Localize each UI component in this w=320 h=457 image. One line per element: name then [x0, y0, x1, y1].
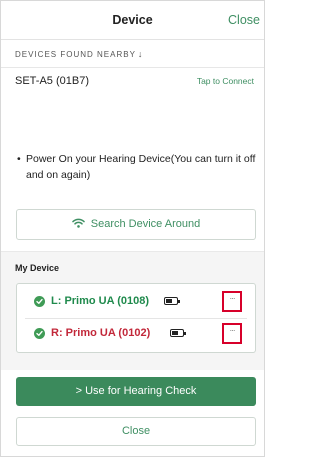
- search-device-button[interactable]: Search Device Around: [16, 209, 256, 240]
- more-icon: ···: [229, 326, 236, 335]
- device-screen: Device Close DEVICES FOUND NEARBY ↓ SET-A…: [0, 0, 265, 457]
- more-icon: ···: [229, 294, 236, 303]
- nearby-device-row[interactable]: SET-A5 (01B7) Tap to Connect: [15, 75, 254, 91]
- instruction-text: • Power On your Hearing Device(You can t…: [17, 151, 257, 183]
- device-row-right[interactable]: R: Primo UA (0102) ···: [17, 323, 255, 345]
- header-close-button[interactable]: Close: [228, 13, 260, 27]
- divider: [1, 67, 264, 68]
- nearby-device-name: SET-A5 (01B7): [15, 75, 89, 87]
- check-icon: [34, 328, 45, 339]
- my-device-card: L: Primo UA (0108) ··· R: Primo UA (0102…: [16, 283, 256, 353]
- battery-icon: [170, 329, 186, 337]
- arrow-down-icon: ↓: [137, 49, 144, 59]
- my-device-title: My Device: [15, 263, 60, 273]
- check-icon: [34, 296, 45, 307]
- devices-nearby-label: DEVICES FOUND NEARBY: [15, 50, 136, 59]
- close-button-label: Close: [121, 425, 151, 437]
- bullet: •: [17, 153, 21, 165]
- device-name-right: R: Primo UA (0102): [51, 327, 151, 339]
- more-options-button-left[interactable]: ···: [222, 291, 242, 312]
- battery-icon: [164, 297, 180, 305]
- search-device-label: Search Device Around: [90, 218, 201, 230]
- wifi-icon: [72, 218, 85, 228]
- more-options-button-right[interactable]: ···: [222, 323, 242, 344]
- instruction-body: Power On your Hearing Device(You can tur…: [26, 153, 256, 181]
- header: Device Close: [1, 1, 264, 40]
- close-button[interactable]: Close: [16, 417, 256, 446]
- use-for-hearing-check-button[interactable]: > Use for Hearing Check: [16, 377, 256, 406]
- page-title: Device: [112, 13, 153, 27]
- device-name-left: L: Primo UA (0108): [51, 295, 150, 307]
- device-row-left[interactable]: L: Primo UA (0108) ···: [17, 291, 255, 313]
- hearing-check-label: > Use for Hearing Check: [75, 385, 197, 397]
- tap-to-connect-link[interactable]: Tap to Connect: [197, 76, 254, 86]
- devices-nearby-heading: DEVICES FOUND NEARBY ↓: [15, 49, 143, 59]
- divider: [25, 318, 247, 319]
